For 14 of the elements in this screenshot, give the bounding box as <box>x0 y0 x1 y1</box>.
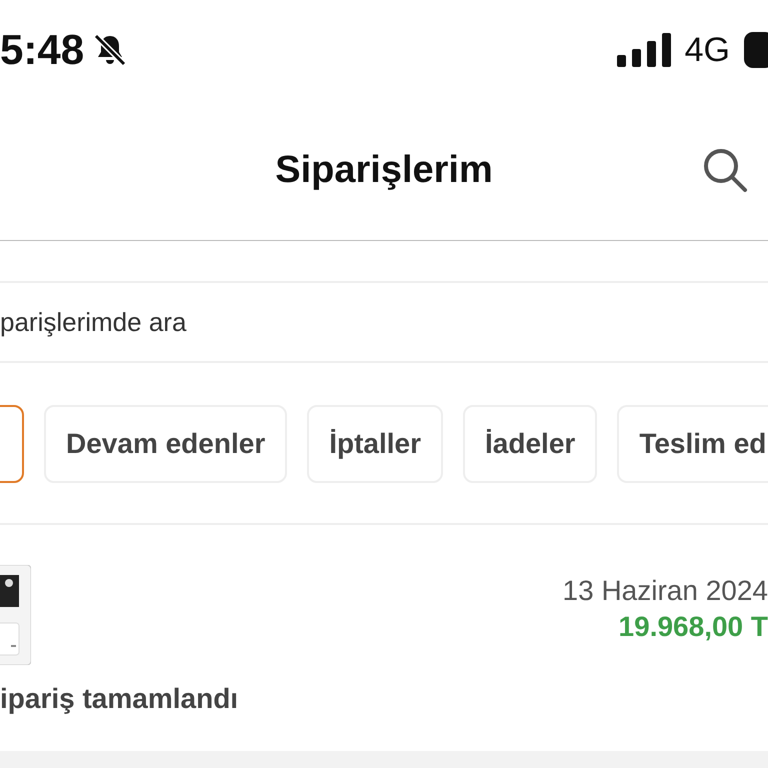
search-field[interactable]: parişlerimde ara <box>0 306 768 338</box>
order-date: 13 Haziran 2024 <box>562 575 768 607</box>
search-icon[interactable] <box>702 147 748 193</box>
page-title: Siparişlerim <box>275 148 493 192</box>
order-price: 19.968,00 T <box>618 611 768 643</box>
battery-icon <box>744 32 768 68</box>
filter-tab[interactable]: Devam edenler <box>44 405 288 483</box>
network-type: 4G <box>684 30 730 70</box>
signal-icon <box>616 33 671 67</box>
filter-tab[interactable]: Teslim ed <box>617 405 768 483</box>
filter-tab[interactable]: İptaller <box>307 405 444 483</box>
order-status: ipariş tamamlandı <box>0 683 238 715</box>
filter-tab[interactable]: İadeler <box>463 405 598 483</box>
status-time: 5:48 <box>0 26 84 74</box>
